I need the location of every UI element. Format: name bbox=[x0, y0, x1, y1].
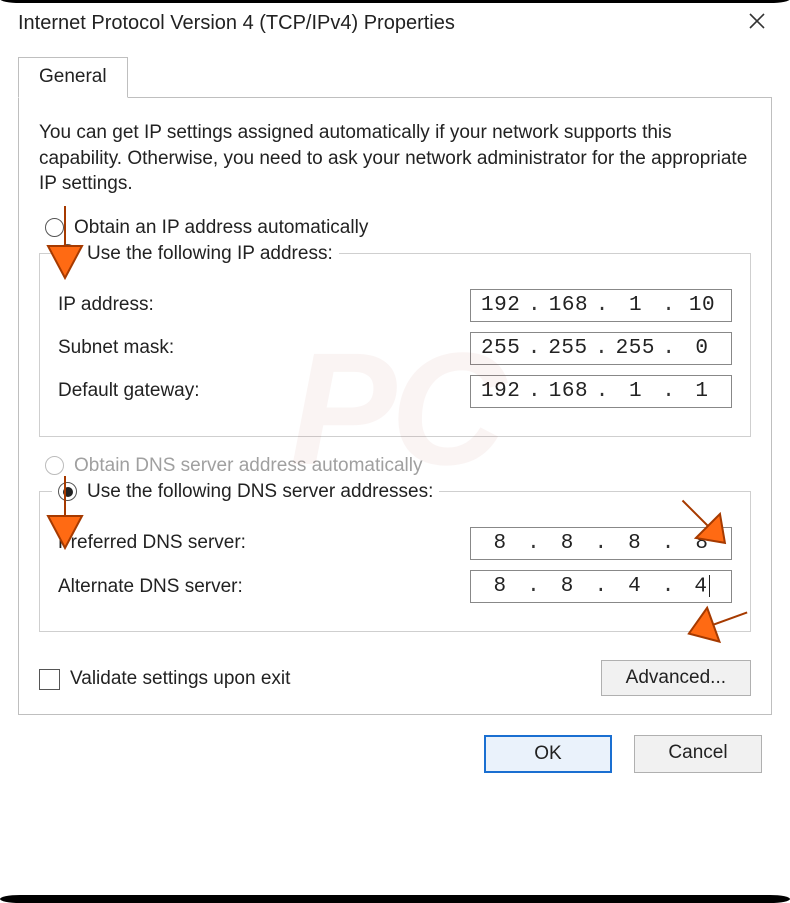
ip-address-label: IP address: bbox=[58, 294, 154, 316]
validate-checkbox[interactable]: Validate settings upon exit bbox=[39, 668, 290, 690]
radio-dns-manual[interactable]: Use the following DNS server addresses: bbox=[58, 481, 433, 503]
close-icon[interactable] bbox=[742, 10, 772, 36]
alternate-dns-label: Alternate DNS server: bbox=[58, 576, 243, 598]
preferred-dns-input[interactable]: 8. 8. 8. 8 bbox=[470, 527, 732, 560]
default-gateway-label: Default gateway: bbox=[58, 380, 200, 402]
preferred-dns-label: Preferred DNS server: bbox=[58, 532, 246, 554]
radio-icon bbox=[45, 218, 64, 237]
checkbox-icon bbox=[39, 669, 60, 690]
radio-ip-auto-label: Obtain an IP address automatically bbox=[74, 217, 368, 239]
cancel-button[interactable]: Cancel bbox=[634, 735, 762, 773]
radio-dns-manual-label: Use the following DNS server addresses: bbox=[87, 481, 433, 503]
radio-dns-auto: Obtain DNS server address automatically bbox=[45, 455, 751, 477]
radio-ip-manual-label: Use the following IP address: bbox=[87, 243, 333, 265]
subnet-mask-input[interactable]: 255. 255. 255. 0 bbox=[470, 332, 732, 365]
decorative-notch-bottom bbox=[0, 895, 790, 903]
intro-text: You can get IP settings assigned automat… bbox=[39, 120, 751, 197]
radio-icon bbox=[58, 482, 77, 501]
dialog-footer: OK Cancel bbox=[0, 727, 790, 795]
radio-icon bbox=[58, 244, 77, 263]
group-dns-manual: Use the following DNS server addresses: … bbox=[39, 481, 751, 633]
radio-dns-auto-label: Obtain DNS server address automatically bbox=[74, 455, 422, 477]
radio-icon bbox=[45, 456, 64, 475]
advanced-button[interactable]: Advanced... bbox=[601, 660, 751, 696]
tab-general[interactable]: General bbox=[18, 57, 128, 98]
decorative-notch-top bbox=[0, 0, 790, 3]
radio-ip-manual[interactable]: Use the following IP address: bbox=[58, 243, 333, 265]
subnet-mask-label: Subnet mask: bbox=[58, 337, 174, 359]
ok-button[interactable]: OK bbox=[484, 735, 612, 773]
validate-label: Validate settings upon exit bbox=[70, 668, 290, 690]
tab-panel-general: You can get IP settings assigned automat… bbox=[18, 98, 772, 715]
titlebar: Internet Protocol Version 4 (TCP/IPv4) P… bbox=[0, 0, 790, 42]
radio-ip-auto[interactable]: Obtain an IP address automatically bbox=[45, 217, 751, 239]
window-title: Internet Protocol Version 4 (TCP/IPv4) P… bbox=[18, 12, 455, 35]
group-ip-manual: Use the following IP address: IP address… bbox=[39, 243, 751, 437]
default-gateway-input[interactable]: 192. 168. 1. 1 bbox=[470, 375, 732, 408]
tabstrip: General bbox=[18, 56, 772, 98]
alternate-dns-input[interactable]: 8. 8. 4. 4 bbox=[470, 570, 732, 604]
ip-address-input[interactable]: 192. 168. 1. 10 bbox=[470, 289, 732, 322]
